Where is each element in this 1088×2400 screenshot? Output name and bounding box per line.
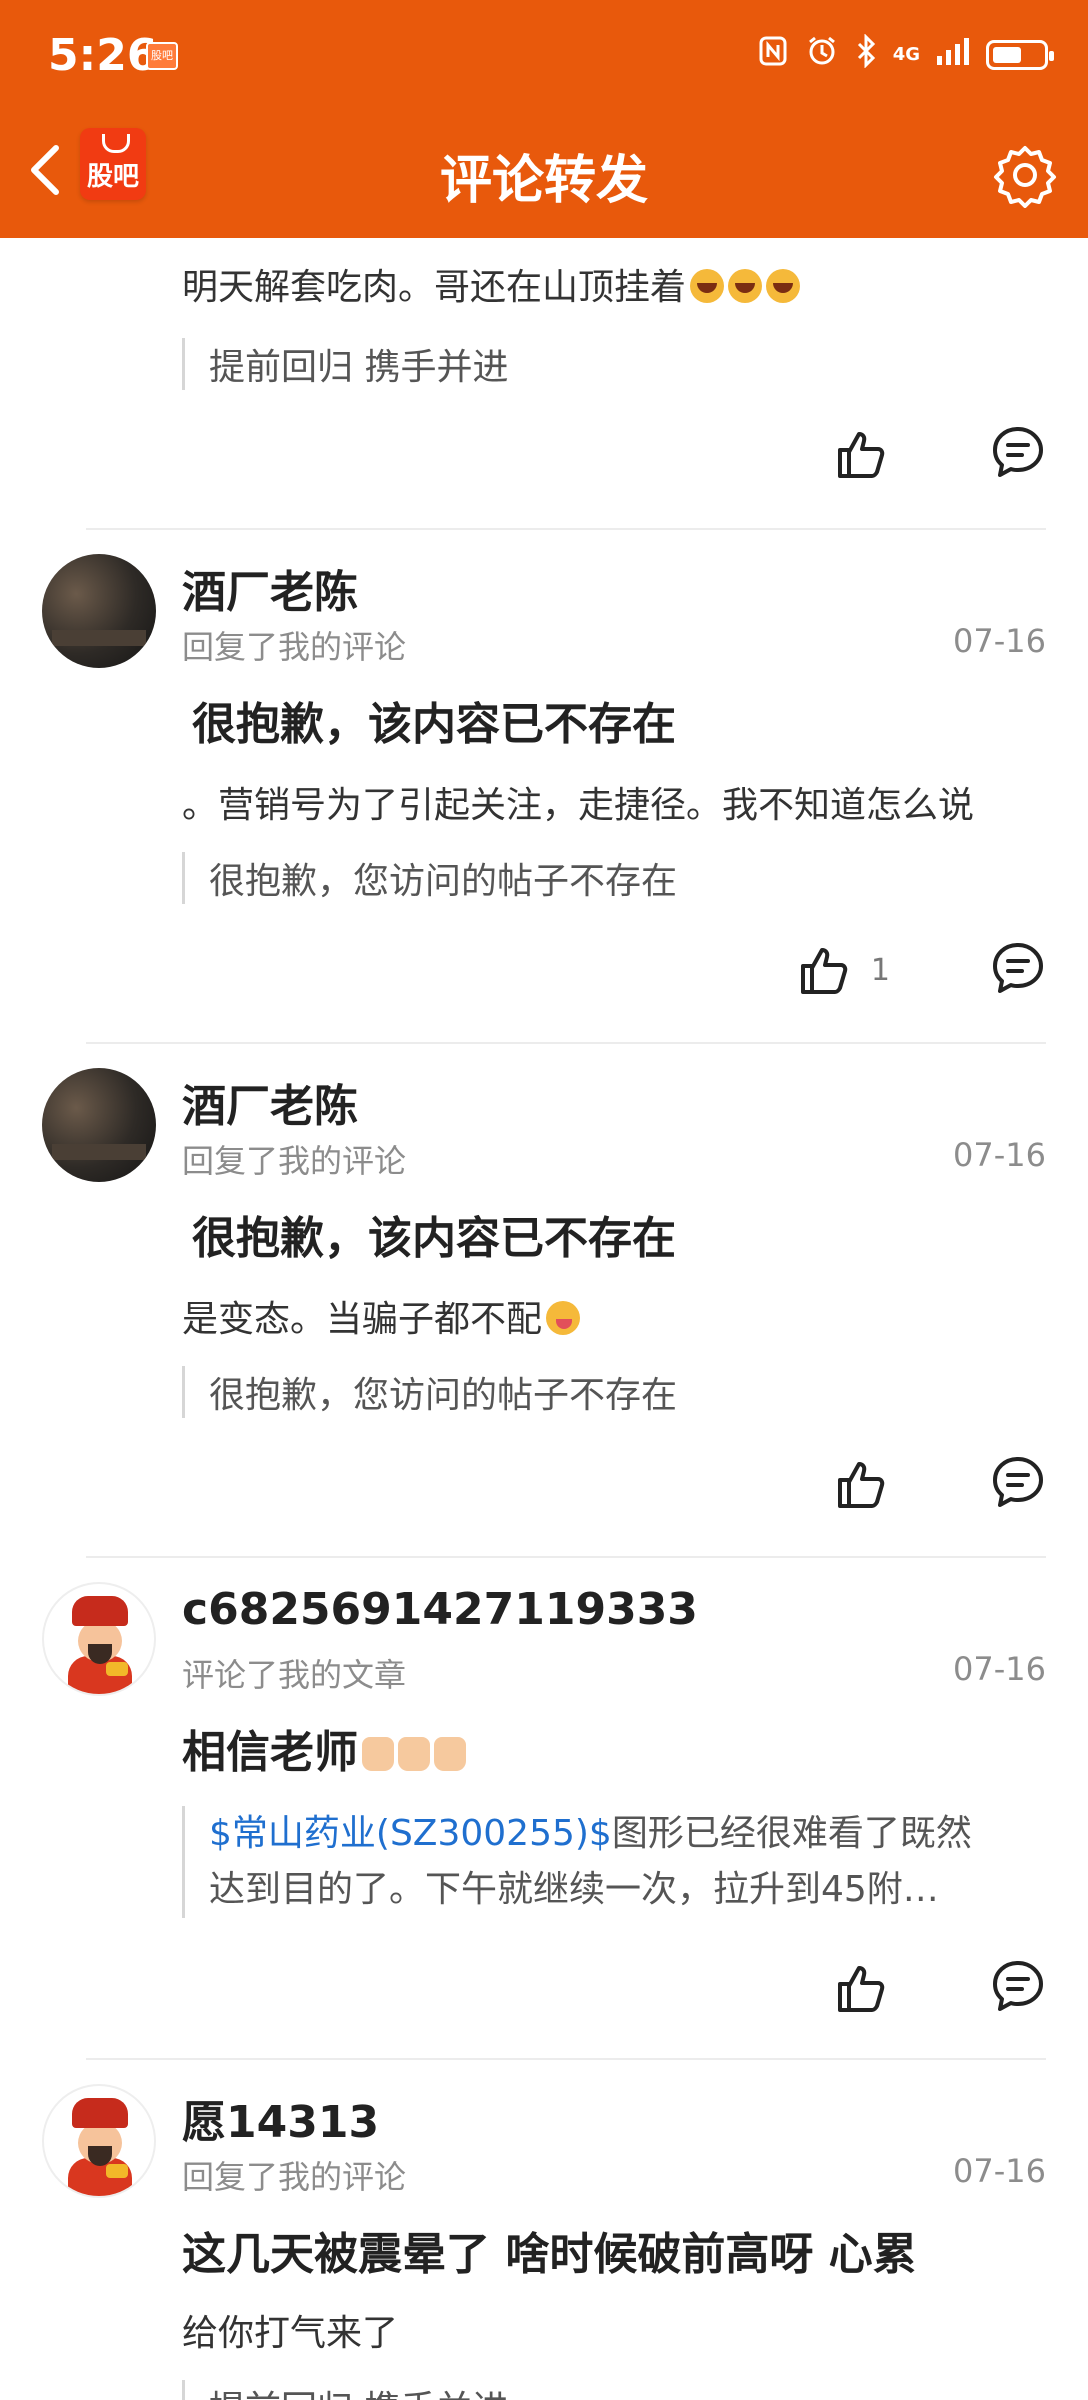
action-row bbox=[834, 1454, 1046, 1514]
reply-button[interactable] bbox=[990, 424, 1046, 484]
wink-emoji-icon bbox=[546, 1301, 581, 1335]
comment-body: 明天解套吃肉。哥还在山顶挂着 bbox=[182, 258, 801, 310]
comment-body: 是变态。当骗子都不配 bbox=[182, 1290, 581, 1342]
bluetooth-icon bbox=[855, 33, 877, 76]
thumbs-up-icon bbox=[800, 948, 848, 994]
action-text: 评论了我的文章 bbox=[182, 1656, 407, 1694]
quoted-post[interactable]: 提前回归 携手并进 bbox=[182, 2380, 508, 2400]
comment-title: 相信老师 bbox=[182, 1716, 466, 1780]
avatar[interactable] bbox=[42, 1582, 156, 1696]
action-row: 1 bbox=[797, 940, 1046, 1000]
reply-button[interactable] bbox=[990, 940, 1046, 1000]
thumbs-up-emoji-icon bbox=[398, 1737, 430, 1771]
status-icons: 4G bbox=[757, 30, 1054, 80]
reply-button[interactable] bbox=[990, 1958, 1046, 2018]
battery-icon bbox=[986, 40, 1054, 70]
comment-body: 给你打气来了 bbox=[182, 2313, 399, 2354]
comment-item[interactable]: 酒厂老陈 回复了我的评论 07-16 很抱歉，该内容已不存在 是变态。当骗子都不… bbox=[0, 1044, 1088, 1556]
date: 07-16 bbox=[953, 2152, 1046, 2190]
comment-icon bbox=[993, 427, 1043, 477]
comment-item[interactable]: 酒厂老陈 回复了我的评论 07-16 很抱歉，该内容已不存在 。营销号为了引起关… bbox=[0, 530, 1088, 1042]
comment-icon bbox=[993, 943, 1043, 993]
comment-title: 很抱歉，该内容已不存在 bbox=[192, 1213, 676, 1264]
date: 07-16 bbox=[953, 1136, 1046, 1174]
thumbs-up-icon bbox=[838, 1966, 885, 2012]
network-label: 4G bbox=[892, 44, 920, 65]
stock-link[interactable]: $常山药业(SZ300255)$ bbox=[209, 1813, 612, 1854]
settings-button[interactable] bbox=[992, 142, 1058, 208]
date: 07-16 bbox=[953, 1650, 1046, 1688]
comment-icon bbox=[993, 1457, 1043, 1507]
laugh-emoji-icon bbox=[690, 269, 725, 303]
like-button[interactable]: 1 bbox=[797, 942, 890, 998]
username[interactable]: c6825691427119333 bbox=[182, 1584, 698, 1635]
comment-title: 这几天被震晕了 啥时候破前高呀 心累 bbox=[182, 2229, 917, 2280]
thumbs-up-icon bbox=[838, 432, 885, 478]
like-button[interactable] bbox=[834, 1456, 890, 1512]
app-header: 5:26 股吧 4G 股吧 评论转发 bbox=[0, 0, 1088, 238]
comment-body: 。营销号为了引起关注，走捷径。我不知道怎么说 bbox=[182, 785, 975, 826]
gear-icon bbox=[994, 146, 1056, 208]
comment-item[interactable]: 明天解套吃肉。哥还在山顶挂着 提前回归 携手并进 bbox=[0, 238, 1088, 528]
username[interactable]: 酒厂老陈 bbox=[182, 556, 358, 620]
comment-item[interactable]: c6825691427119333 评论了我的文章 07-16 相信老师 $常山… bbox=[0, 1558, 1088, 2058]
action-text: 回复了我的评论 bbox=[182, 628, 407, 666]
like-button[interactable] bbox=[834, 426, 890, 482]
action-text: 回复了我的评论 bbox=[182, 2158, 407, 2196]
signal-icon bbox=[936, 36, 970, 74]
nfc-icon bbox=[757, 35, 789, 75]
like-button[interactable] bbox=[834, 1960, 890, 2016]
action-row bbox=[834, 1958, 1046, 2018]
like-count: 1 bbox=[870, 952, 890, 988]
avatar[interactable] bbox=[42, 554, 156, 668]
thumbs-up-emoji-icon bbox=[362, 1737, 394, 1771]
comment-icon bbox=[993, 1961, 1043, 2011]
date: 07-16 bbox=[953, 622, 1046, 660]
comment-item[interactable]: 愿14313 回复了我的评论 07-16 这几天被震晕了 啥时候破前高呀 心累 … bbox=[0, 2060, 1088, 2400]
action-row bbox=[834, 424, 1046, 484]
quoted-post[interactable]: $常山药业(SZ300255)$图形已经很难看了既然 达到目的了。下午就继续一次… bbox=[182, 1806, 1049, 1918]
action-text: 回复了我的评论 bbox=[182, 1142, 407, 1180]
thumbs-up-icon bbox=[838, 1462, 885, 1508]
laugh-emoji-icon bbox=[728, 269, 763, 303]
quoted-post[interactable]: 很抱歉，您访问的帖子不存在 bbox=[182, 1366, 677, 1418]
thumbs-up-emoji-icon bbox=[434, 1737, 466, 1771]
quoted-post[interactable]: 很抱歉，您访问的帖子不存在 bbox=[182, 852, 677, 904]
comment-title: 很抱歉，该内容已不存在 bbox=[192, 699, 676, 750]
username[interactable]: 愿14313 bbox=[182, 2086, 379, 2150]
alarm-icon bbox=[805, 34, 839, 76]
username[interactable]: 酒厂老陈 bbox=[182, 1070, 358, 1134]
guba-notification-icon: 股吧 bbox=[146, 42, 178, 70]
reply-button[interactable] bbox=[990, 1454, 1046, 1514]
laugh-emoji-icon bbox=[766, 269, 801, 303]
status-time: 5:26 bbox=[48, 30, 158, 81]
quoted-post[interactable]: 提前回归 携手并进 bbox=[182, 338, 508, 390]
avatar[interactable] bbox=[42, 2084, 156, 2198]
avatar[interactable] bbox=[42, 1068, 156, 1182]
page-title: 评论转发 bbox=[439, 151, 648, 211]
